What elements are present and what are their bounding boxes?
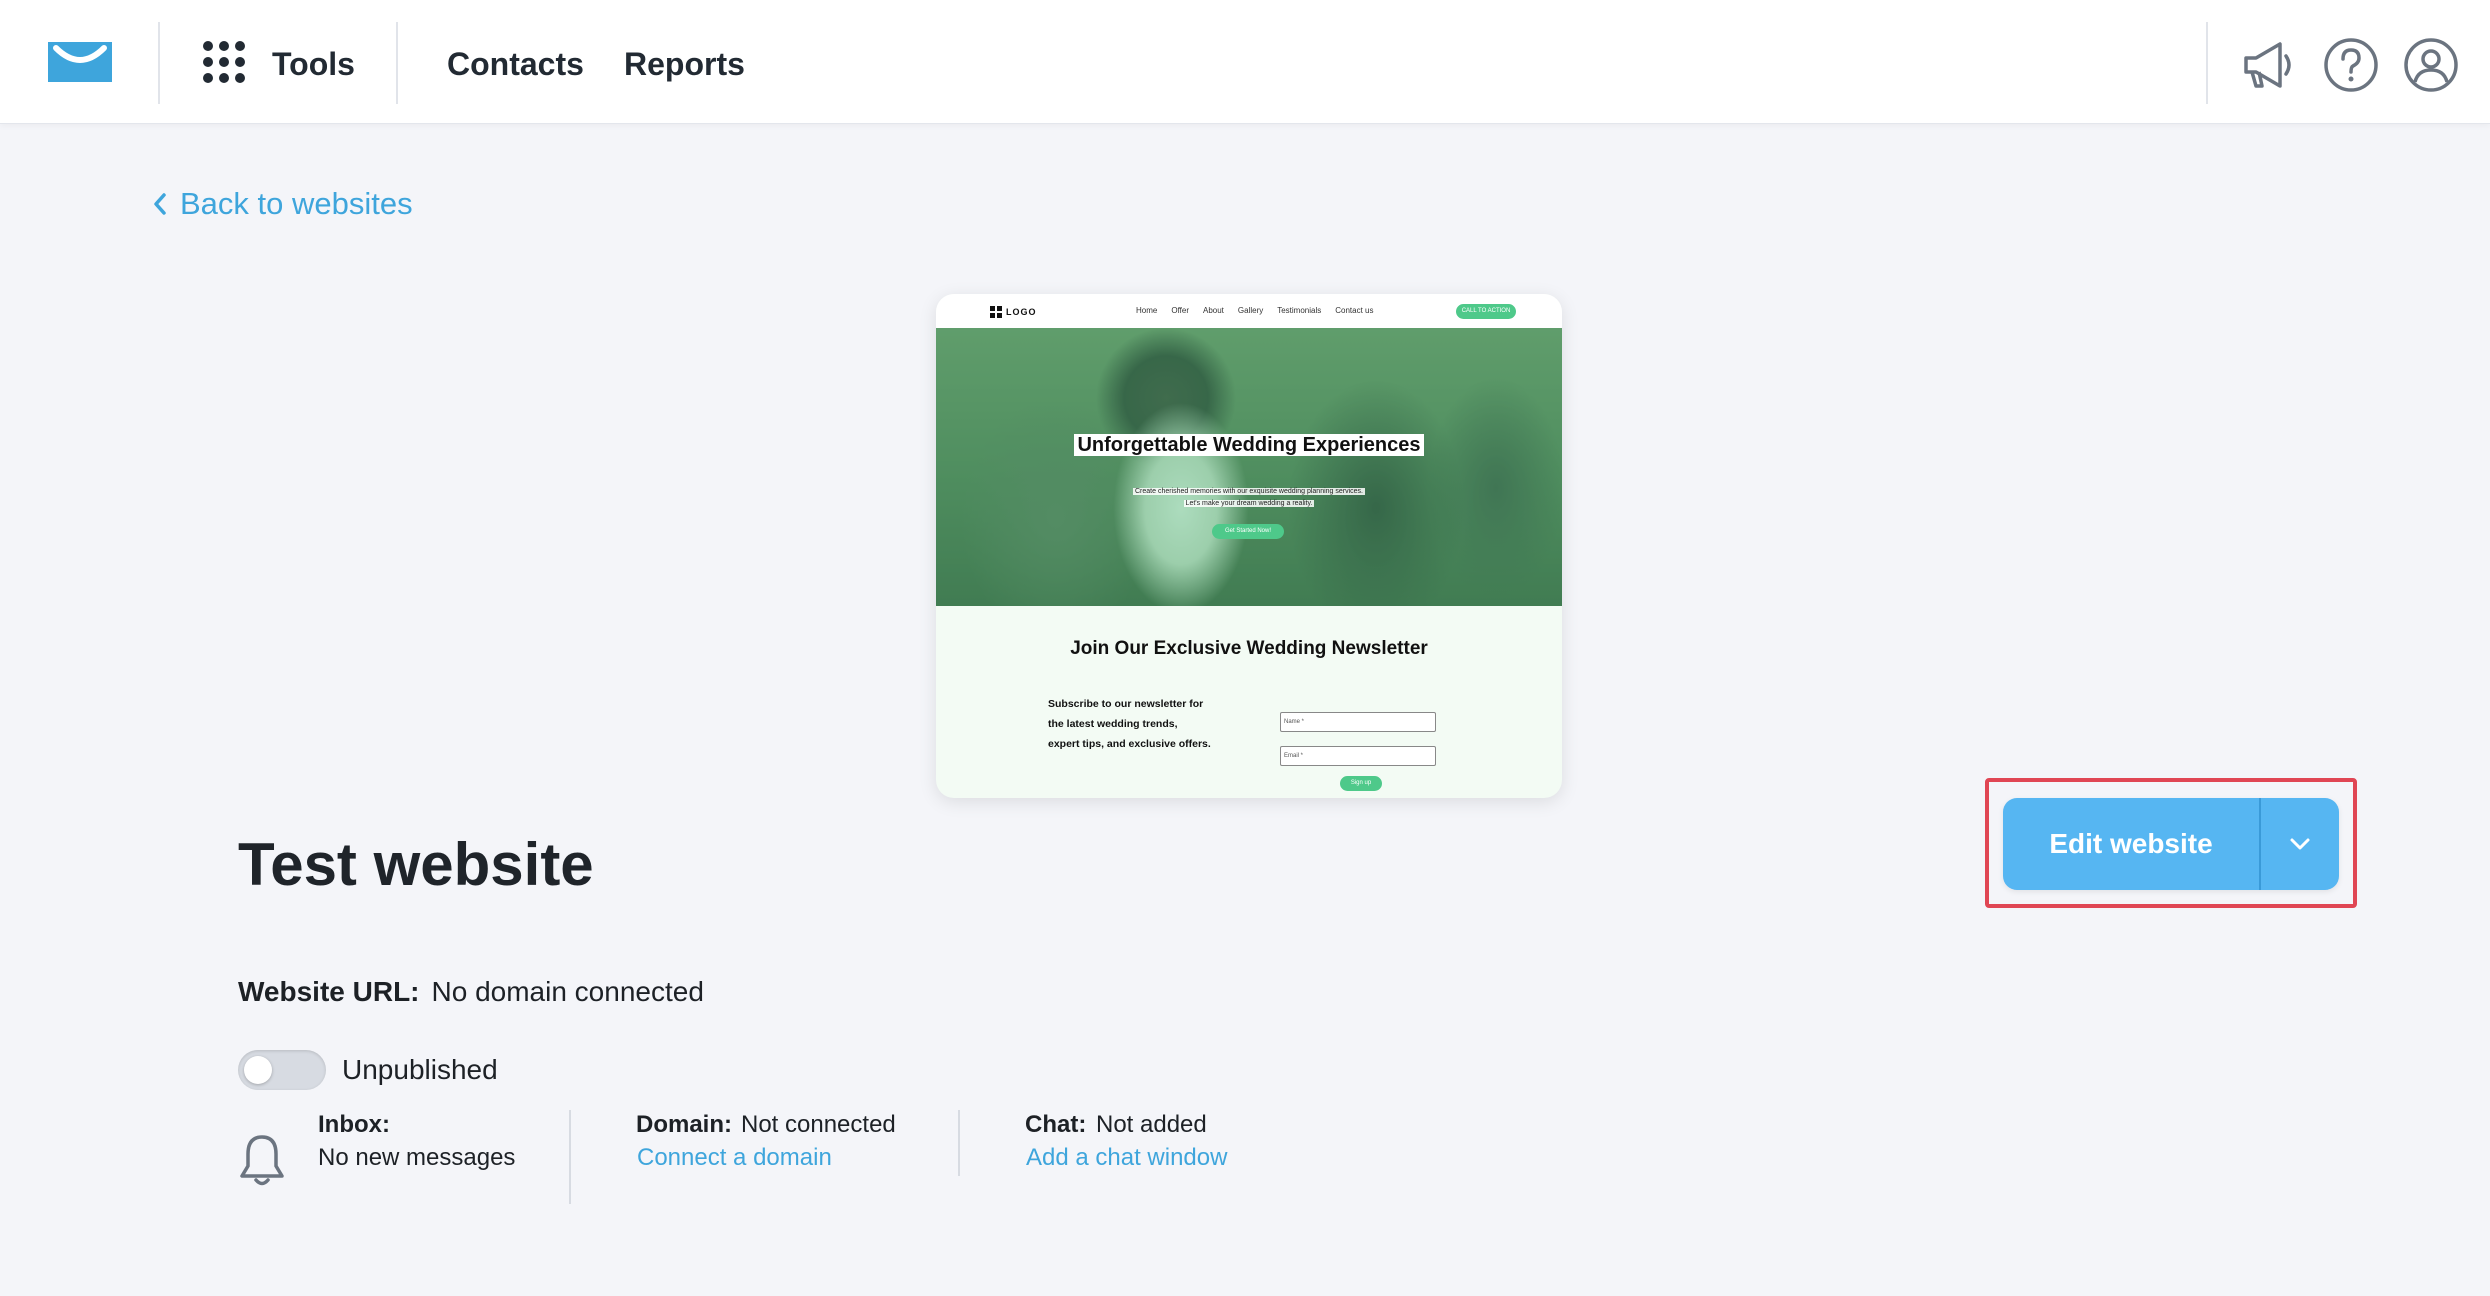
preview-logo-text: LOGO — [1006, 307, 1037, 317]
edit-website-button[interactable]: Edit website — [2003, 798, 2259, 890]
preview-nav-links: Home Offer About Gallery Testimonials Co… — [1136, 306, 1374, 315]
publish-toggle[interactable] — [238, 1050, 326, 1090]
domain-label: Domain: — [636, 1111, 732, 1138]
preview-cta-button: CALL TO ACTION — [1456, 304, 1516, 319]
grid-dots-icon[interactable] — [202, 40, 246, 84]
preview-nav: LOGO Home Offer About Gallery Testimonia… — [936, 294, 1562, 328]
bell-icon — [240, 1135, 284, 1186]
preview-nav-link: Gallery — [1237, 306, 1264, 315]
nav-reports[interactable]: Reports — [624, 44, 745, 84]
website-url-label: Website URL: — [238, 976, 420, 1007]
connect-domain-link[interactable]: Connect a domain — [637, 1143, 832, 1173]
publish-status-label: Unpublished — [342, 1054, 498, 1085]
website-preview-thumbnail[interactable]: LOGO Home Offer About Gallery Testimonia… — [936, 294, 1562, 798]
edit-website-button-group: Edit website — [2003, 798, 2339, 890]
info-divider — [569, 1110, 571, 1204]
nav-contacts[interactable]: Contacts — [447, 44, 584, 84]
inbox-status: No new messages — [318, 1144, 516, 1171]
back-link-label: Back to websites — [180, 186, 413, 221]
preview-hero-subtitle: Create cherished memories with our exqui… — [1132, 488, 1365, 507]
back-to-websites-link[interactable]: Back to websites — [152, 184, 413, 224]
preview-nav-link: Contact us — [1335, 306, 1374, 315]
website-url-value: No domain connected — [431, 976, 704, 1007]
header-divider — [396, 22, 398, 104]
domain-status: Not connected — [741, 1111, 896, 1138]
megaphone-icon[interactable] — [2240, 36, 2298, 94]
help-icon[interactable] — [2322, 36, 2380, 94]
preview-nav-link: Offer — [1171, 306, 1189, 315]
preview-newsletter-text: Subscribe to our newsletter for the late… — [1048, 698, 1211, 750]
preview-name-field: Name * — [1280, 712, 1436, 732]
preview-hero-button: Get Started Now! — [1212, 524, 1284, 539]
preview-nav-link: About — [1202, 306, 1224, 315]
chat-label: Chat: — [1025, 1111, 1087, 1138]
preview-hero-title: Unforgettable Wedding Experiences — [936, 434, 1562, 457]
website-url-row: Website URL: No domain connected — [238, 975, 704, 1009]
top-bar: Tools Contacts Reports — [0, 0, 2490, 124]
preview-email-field: Email * — [1280, 746, 1436, 766]
getresponse-logo-icon[interactable] — [48, 42, 112, 82]
chat-status: Not added — [1096, 1111, 1207, 1138]
preview-logo: LOGO — [990, 306, 1037, 318]
preview-nav-link: Testimonials — [1277, 306, 1322, 315]
add-chat-window-link[interactable]: Add a chat window — [1026, 1143, 1227, 1173]
tools-menu[interactable]: Tools — [272, 44, 355, 84]
info-divider — [958, 1110, 960, 1176]
header-divider — [158, 22, 160, 104]
preview-signup-button: Sign up — [1340, 776, 1382, 791]
chevron-down-icon — [2290, 838, 2310, 850]
chevron-left-icon — [154, 193, 166, 215]
inbox-label: Inbox: — [318, 1111, 390, 1138]
user-account-icon[interactable] — [2402, 36, 2460, 94]
preview-logo-icon — [990, 306, 1002, 318]
preview-hero-image: Unforgettable Wedding Experiences Create… — [936, 328, 1562, 606]
preview-newsletter-title: Join Our Exclusive Wedding Newsletter — [1070, 638, 1428, 659]
preview-nav-link: Home — [1136, 306, 1158, 315]
toggle-knob — [244, 1056, 272, 1084]
page-title: Test website — [238, 831, 594, 898]
header-divider — [2206, 22, 2208, 104]
edit-options-dropdown-button[interactable] — [2261, 798, 2339, 890]
